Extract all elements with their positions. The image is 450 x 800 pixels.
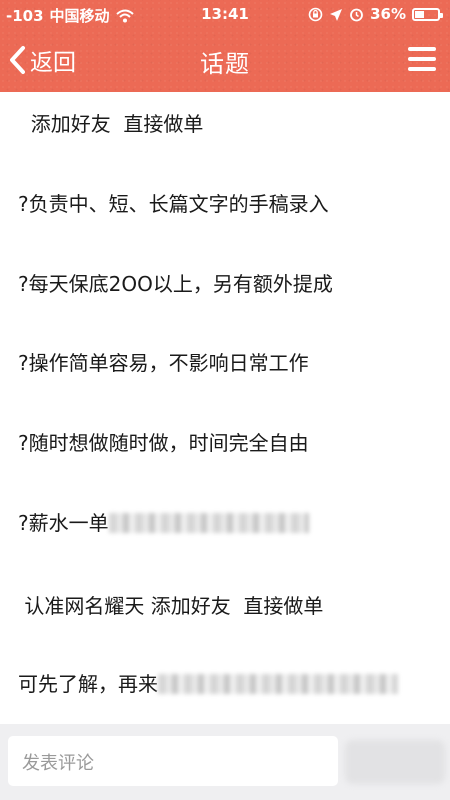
post-line-text: 可先了解，再来 bbox=[18, 672, 158, 696]
header: -103 中国移动 13:41 36% 返回 话题 bbox=[0, 0, 450, 92]
menu-icon-bar bbox=[408, 67, 436, 71]
screen: -103 中国移动 13:41 36% 返回 话题 添加好友 直接做单 ?负责中… bbox=[0, 0, 450, 800]
status-bar: -103 中国移动 13:41 36% bbox=[0, 0, 450, 30]
post-line: 添加好友 直接做单 bbox=[18, 112, 204, 136]
menu-button[interactable] bbox=[408, 47, 436, 71]
battery-icon bbox=[412, 7, 443, 21]
nav-bar: 返回 话题 bbox=[0, 30, 450, 92]
alarm-icon bbox=[349, 5, 364, 23]
post-line: ?每天保底2OO以上，另有额外提成 bbox=[18, 272, 333, 296]
menu-icon-bar bbox=[408, 57, 436, 61]
menu-icon-bar bbox=[408, 47, 436, 51]
status-right: 36% bbox=[308, 5, 443, 23]
post-line-text: ?薪水一单 bbox=[18, 511, 109, 535]
post-content: 添加好友 直接做单 ?负责中、短、长篇文字的手稿录入 ?每天保底2OO以上，另有… bbox=[0, 92, 450, 724]
page-title: 话题 bbox=[200, 50, 250, 78]
post-line: ?负责中、短、长篇文字的手稿录入 bbox=[18, 192, 329, 216]
comment-bar: 发表评论 bbox=[0, 724, 450, 800]
redacted-text bbox=[108, 513, 309, 533]
location-icon bbox=[329, 5, 343, 23]
redacted-text bbox=[158, 674, 398, 694]
post-line-redacted: 可先了解，再来 bbox=[18, 672, 398, 696]
post-line: ?随时想做随时做，时间完全自由 bbox=[18, 431, 309, 455]
comment-input[interactable]: 发表评论 bbox=[8, 736, 338, 786]
battery-percent: 36% bbox=[370, 5, 406, 23]
post-line: 认准网名耀天 添加好友 直接做单 bbox=[18, 594, 324, 618]
post-line-redacted: ?薪水一单 bbox=[18, 511, 309, 535]
rotation-lock-icon bbox=[308, 5, 323, 23]
post-line: ?操作简单容易，不影响日常工作 bbox=[18, 351, 309, 375]
battery-fill bbox=[415, 10, 424, 18]
redacted-area bbox=[345, 740, 445, 784]
